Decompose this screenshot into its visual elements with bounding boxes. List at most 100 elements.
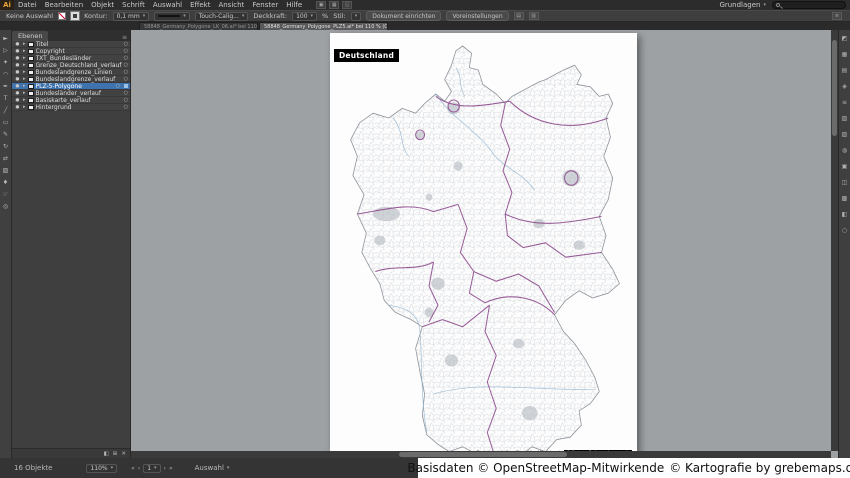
menu-bearbeiten[interactable]: Bearbeiten	[41, 0, 87, 10]
layer-thumbnail[interactable]	[27, 76, 34, 82]
screen-mode-icon[interactable]: ◱	[342, 1, 353, 9]
align-panel-icon[interactable]: ▩	[840, 195, 850, 203]
type-tool-icon[interactable]: T	[1, 94, 11, 103]
layer-visibility-icon[interactable]: ●	[14, 98, 21, 103]
zoom-level-dropdown[interactable]: 110% ▾	[86, 463, 118, 473]
menu-schrift[interactable]: Schrift	[118, 0, 149, 10]
layer-thumbnail[interactable]	[27, 48, 34, 54]
rotate-tool-icon[interactable]: ↻	[1, 142, 11, 151]
layer-name[interactable]: Hintergrund	[36, 104, 122, 111]
new-layer-icon[interactable]: ⊞	[113, 451, 118, 457]
layer-visibility-icon[interactable]: ●	[14, 42, 21, 47]
rectangle-tool-icon[interactable]: ▭	[1, 118, 11, 127]
menu-datei[interactable]: Datei	[14, 0, 41, 10]
layer-expand-icon[interactable]: ▸	[23, 55, 26, 61]
align-icon[interactable]: ▤	[513, 12, 524, 20]
layer-name[interactable]: PLZ-5-Polygone	[36, 83, 114, 90]
navigator-panel-icon[interactable]: ○	[840, 227, 850, 235]
layer-visibility-icon[interactable]: ●	[14, 105, 21, 110]
style-dropdown[interactable]: ▾	[350, 11, 362, 21]
next-artboard-icon[interactable]: ›	[164, 465, 166, 472]
brushes-panel-icon[interactable]: ▤	[840, 67, 850, 75]
layer-visibility-icon[interactable]: ●	[14, 63, 21, 68]
layer-expand-icon[interactable]: ▸	[23, 62, 26, 68]
previous-artboard-icon[interactable]: ‹	[138, 465, 140, 472]
menu-auswahl[interactable]: Auswahl	[149, 0, 186, 10]
first-artboard-icon[interactable]: «	[131, 465, 135, 472]
layer-name[interactable]: Bundesländer_verlauf	[36, 90, 122, 97]
symbols-panel-icon[interactable]: ◈	[840, 83, 850, 91]
hand-tool-icon[interactable]: ☞	[1, 190, 11, 199]
last-artboard-icon[interactable]: »	[169, 465, 173, 472]
opacity-dropdown[interactable]: 100 ▾	[292, 11, 318, 21]
lasso-tool-icon[interactable]: ◠	[1, 70, 11, 79]
layer-expand-icon[interactable]: ▸	[23, 48, 26, 54]
germany-plz-map[interactable]	[336, 33, 631, 458]
transparency-panel-icon[interactable]: ▨	[840, 131, 850, 139]
direct-selection-tool-icon[interactable]: ▷	[1, 46, 11, 55]
magic-wand-tool-icon[interactable]: ✦	[1, 58, 11, 67]
menu-effekt[interactable]: Effekt	[186, 0, 214, 10]
layer-expand-icon[interactable]: ▸	[23, 97, 26, 103]
stroke-weight-dropdown[interactable]: 0,1 mm ▾	[112, 11, 150, 21]
layer-visibility-icon[interactable]: ●	[14, 91, 21, 96]
layer-visibility-icon[interactable]: ●	[14, 84, 21, 89]
layer-thumbnail[interactable]	[27, 90, 34, 96]
document-setup-button[interactable]: Dokument einrichten	[366, 11, 442, 21]
artboard-number-dropdown[interactable]: 1 ▾	[143, 463, 161, 473]
layer-name[interactable]: Grenze_Deutschland_verlauf	[36, 62, 122, 69]
stroke-panel-icon[interactable]: ≡	[840, 99, 850, 107]
scale-tool-icon[interactable]: ⇄	[1, 154, 11, 163]
layer-target-icon[interactable]: ○	[124, 41, 130, 47]
layer-target-icon[interactable]: ○	[124, 62, 130, 68]
line-tool-icon[interactable]: ╱	[1, 106, 11, 115]
menu-fenster[interactable]: Fenster	[248, 0, 282, 10]
layer-thumbnail[interactable]	[27, 55, 34, 61]
layer-name[interactable]: Titel	[36, 41, 122, 48]
layer-expand-icon[interactable]: ▸	[23, 104, 26, 110]
color-panel-icon[interactable]: ◩	[840, 35, 850, 43]
menu-hilfe[interactable]: Hilfe	[282, 0, 306, 10]
gradient-tool-icon[interactable]: ▧	[1, 166, 11, 175]
layer-name[interactable]: Bundeslandgrenze_verlauf	[36, 76, 122, 83]
status-readout[interactable]: Auswahl ▾	[195, 464, 230, 472]
layer-target-icon[interactable]: ○	[124, 48, 130, 54]
layer-target-icon[interactable]: ○	[124, 97, 130, 103]
app-search-box[interactable]	[772, 1, 846, 9]
distribute-icon[interactable]: ▥	[528, 12, 539, 20]
document-tab-lk06[interactable]: 58848_Germany_Polygone_LK_06.ai* bei 110…	[139, 22, 258, 30]
layers-panel-icon[interactable]: ◫	[840, 179, 850, 187]
workspace-switcher[interactable]: Grundlagen ▾	[719, 1, 766, 9]
horizontal-scrollbar-thumb[interactable]	[399, 452, 567, 457]
arrange-documents-icon[interactable]: ▦	[329, 1, 340, 9]
graphic-styles-panel-icon[interactable]: ▣	[840, 163, 850, 171]
layer-target-icon[interactable]: ○	[116, 83, 122, 89]
vertical-scrollbar-thumb[interactable]	[832, 40, 837, 136]
layer-expand-icon[interactable]: ▸	[23, 83, 26, 89]
layer-target-icon[interactable]: ○	[124, 104, 130, 110]
layer-target-icon[interactable]: ○	[124, 69, 130, 75]
delete-layer-icon[interactable]: ✕	[121, 451, 126, 457]
swatches-panel-icon[interactable]: ▦	[840, 51, 850, 59]
vertical-scrollbar[interactable]	[831, 30, 838, 451]
panel-menu-icon[interactable]: ≡	[832, 12, 842, 20]
layer-thumbnail[interactable]	[27, 62, 34, 68]
eyedropper-tool-icon[interactable]: ♦	[1, 178, 11, 187]
layer-visibility-icon[interactable]: ●	[14, 49, 21, 54]
layer-expand-icon[interactable]: ▸	[23, 69, 26, 75]
search-input[interactable]	[783, 2, 842, 8]
zoom-tool-icon[interactable]: ◎	[1, 202, 11, 211]
bridge-icon[interactable]: ▣	[316, 1, 327, 9]
menu-objekt[interactable]: Objekt	[87, 0, 118, 10]
layer-expand-icon[interactable]: ▸	[23, 90, 26, 96]
menu-ansicht[interactable]: Ansicht	[214, 0, 248, 10]
pathfinder-panel-icon[interactable]: ◧	[840, 211, 850, 219]
layer-thumbnail[interactable]	[27, 69, 34, 75]
layer-visibility-icon[interactable]: ●	[14, 77, 21, 82]
appearance-panel-icon[interactable]: ◍	[840, 147, 850, 155]
make-mask-icon[interactable]: ◧	[104, 451, 109, 457]
layer-thumbnail[interactable]	[27, 41, 34, 47]
preferences-button[interactable]: Voreinstellungen	[446, 11, 509, 21]
layer-name[interactable]: Basiskarte_verlauf	[36, 97, 122, 104]
layer-name[interactable]: Bundeslandgrenze_Linien	[36, 69, 122, 76]
